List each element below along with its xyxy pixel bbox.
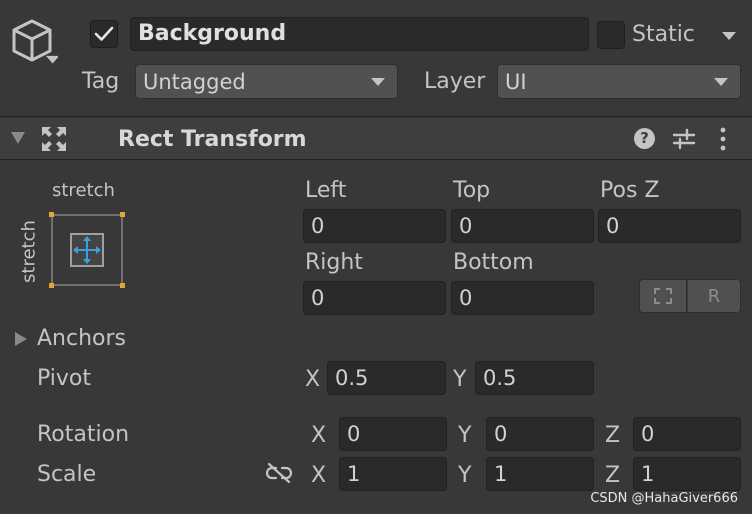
unlink-icon[interactable]: [266, 462, 292, 484]
static-label: Static: [632, 22, 695, 47]
layer-label: Layer: [424, 69, 486, 94]
blueprint-icon: [654, 288, 672, 304]
posz-field[interactable]: 0: [598, 209, 741, 243]
rotation-z-field[interactable]: 0: [633, 417, 741, 451]
layer-value: UI: [505, 69, 527, 94]
pivot-y-label[interactable]: Y: [453, 369, 466, 391]
raw-edit-label: R: [707, 285, 721, 307]
tag-dropdown[interactable]: Untagged: [135, 64, 398, 99]
posz-label: Pos Z: [600, 178, 660, 203]
bottom-label: Bottom: [453, 250, 534, 275]
scale-z-field[interactable]: 1: [633, 457, 741, 491]
anchor-presets-button[interactable]: [49, 212, 125, 288]
static-dropdown-caret-icon[interactable]: [722, 32, 736, 40]
move-arrows-icon: [73, 236, 101, 264]
blueprint-mode-button[interactable]: [639, 279, 687, 313]
left-label: Left: [305, 178, 347, 203]
scale-y-label[interactable]: Y: [458, 465, 471, 487]
static-toggle[interactable]: [597, 21, 625, 49]
scale-z-label[interactable]: Z: [605, 465, 620, 487]
help-icon[interactable]: ?: [634, 128, 655, 149]
scale-z-value: 1: [641, 461, 655, 486]
anchor-inner-rect: [70, 233, 104, 267]
component-title: Rect Transform: [118, 127, 307, 152]
checkmark-icon: [94, 26, 114, 41]
anchors-label[interactable]: Anchors: [37, 328, 126, 350]
top-field[interactable]: 0: [451, 209, 594, 243]
rotation-y-value: 0: [494, 421, 508, 446]
scale-x-label[interactable]: X: [311, 465, 326, 487]
pivot-x-label[interactable]: X: [305, 369, 320, 391]
left-field[interactable]: 0: [303, 209, 446, 243]
raw-edit-button[interactable]: R: [687, 279, 741, 313]
header-divider: [0, 116, 752, 117]
gameobject-name-field[interactable]: Background: [130, 17, 589, 51]
scale-label: Scale: [37, 462, 97, 487]
bottom-field[interactable]: 0: [451, 281, 594, 315]
pivot-x-field[interactable]: 0.5: [327, 361, 446, 395]
pivot-x-value: 0.5: [335, 365, 369, 390]
rect-transform-icon: [42, 127, 66, 151]
scale-x-value: 1: [347, 461, 361, 486]
scale-y-value: 1: [494, 461, 508, 486]
bottom-value: 0: [459, 285, 473, 310]
right-value: 0: [311, 285, 325, 310]
right-field[interactable]: 0: [303, 281, 446, 315]
rotation-y-field[interactable]: 0: [486, 417, 594, 451]
left-value: 0: [311, 213, 325, 238]
anchor-handle-bottom-left: [49, 283, 54, 288]
anchor-handle-top-left: [49, 212, 54, 217]
anchor-horizontal-label: stretch: [52, 180, 115, 201]
tag-value: Untagged: [143, 69, 246, 94]
presets-sliders-icon[interactable]: [672, 127, 696, 151]
rotation-z-label[interactable]: Z: [605, 425, 620, 447]
foldout-arrow-icon[interactable]: [10, 131, 26, 145]
rotation-z-value: 0: [641, 421, 655, 446]
anchor-handle-bottom-right: [120, 283, 125, 288]
layer-dropdown[interactable]: UI: [497, 64, 741, 99]
anchors-foldout-arrow-icon[interactable]: [14, 331, 28, 347]
rotation-label: Rotation: [37, 422, 130, 447]
scale-y-field[interactable]: 1: [486, 457, 594, 491]
tag-label: Tag: [82, 69, 120, 94]
kebab-menu-icon[interactable]: [718, 127, 728, 151]
gameobject-cube-icon[interactable]: [10, 18, 60, 68]
watermark: CSDN @HahaGiver666: [590, 491, 738, 506]
top-label: Top: [453, 178, 491, 203]
active-toggle[interactable]: [90, 20, 118, 48]
dropdown-caret-icon: [371, 78, 385, 86]
right-label: Right: [305, 250, 363, 275]
rotation-y-label[interactable]: Y: [458, 425, 471, 447]
rotation-x-value: 0: [347, 421, 361, 446]
anchor-handle-top-right: [120, 212, 125, 217]
top-value: 0: [459, 213, 473, 238]
dropdown-caret-icon: [714, 78, 728, 86]
help-glyph: ?: [640, 129, 649, 147]
rotation-x-label[interactable]: X: [311, 425, 326, 447]
rotation-x-field[interactable]: 0: [339, 417, 447, 451]
scale-x-field[interactable]: 1: [339, 457, 447, 491]
pivot-label: Pivot: [37, 366, 92, 391]
component-header-divider: [0, 159, 752, 160]
gameobject-name-value: Background: [138, 21, 287, 46]
pivot-y-value: 0.5: [483, 365, 517, 390]
posz-value: 0: [606, 213, 620, 238]
anchor-vertical-label: stretch: [18, 220, 40, 283]
pivot-y-field[interactable]: 0.5: [475, 361, 594, 395]
